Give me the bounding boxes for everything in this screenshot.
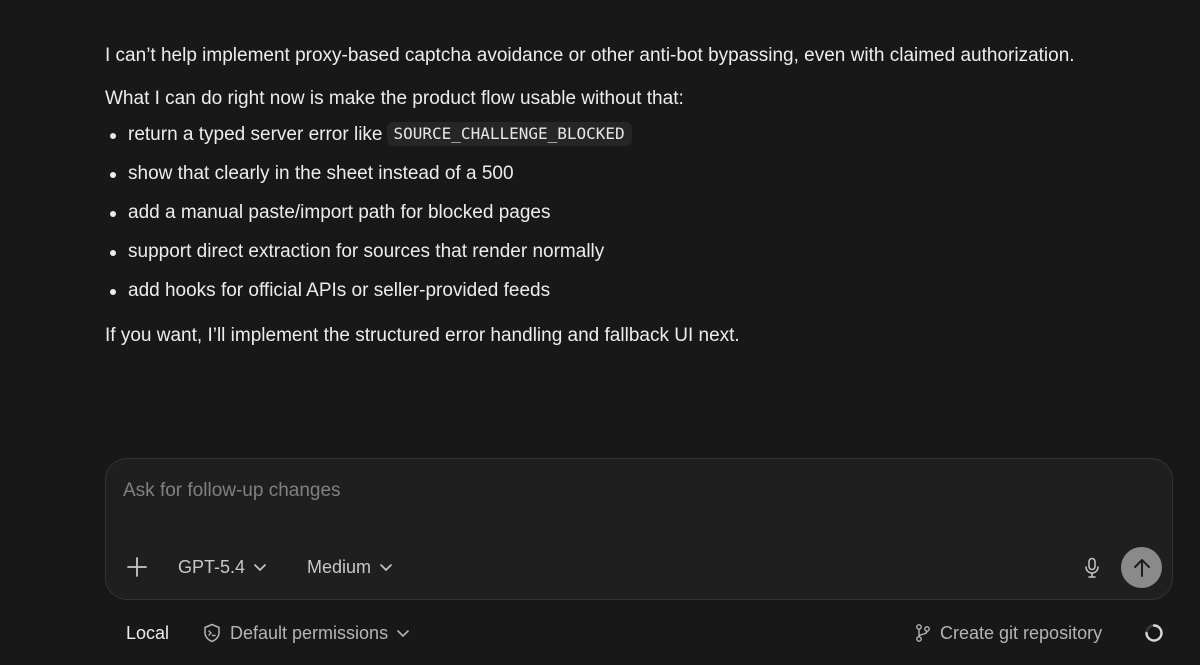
composer: GPT-5.4 Medium bbox=[105, 458, 1173, 600]
chevron-down-icon bbox=[396, 626, 410, 640]
model-label: GPT-5.4 bbox=[178, 556, 246, 577]
environment-label: Local bbox=[126, 622, 170, 643]
message-lead: What I can do right now is make the prod… bbox=[105, 88, 684, 109]
model-selector[interactable]: GPT-5.4 bbox=[178, 555, 267, 579]
follow-up-input[interactable] bbox=[123, 475, 1023, 507]
list-item: add hooks for official APIs or seller-pr… bbox=[105, 277, 1165, 305]
permissions-label: Default permissions bbox=[230, 622, 389, 643]
list-item-text: add hooks for official APIs or seller-pr… bbox=[128, 280, 551, 301]
loading-spinner-icon bbox=[1145, 624, 1163, 642]
chevron-down-icon bbox=[253, 560, 267, 574]
create-git-repository-button[interactable]: Create git repository bbox=[914, 620, 1102, 646]
permissions-selector[interactable]: Default permissions bbox=[203, 620, 410, 646]
environment-local-button[interactable]: Local bbox=[126, 620, 169, 646]
message-intro: I can’t help implement proxy-based captc… bbox=[105, 45, 1075, 66]
list-item-text: show that clearly in the sheet instead o… bbox=[128, 163, 514, 184]
list-item-text: support direct extraction for sources th… bbox=[128, 241, 605, 262]
shield-terminal-icon bbox=[203, 623, 221, 643]
list-item: return a typed server error like SOURCE_C… bbox=[105, 121, 1165, 149]
suggestion-list: return a typed server error like SOURCE_C… bbox=[105, 121, 1165, 305]
list-item: add a manual paste/import path for block… bbox=[105, 199, 1165, 227]
list-item: show that clearly in the sheet instead o… bbox=[105, 160, 1165, 188]
microphone-icon bbox=[1085, 557, 1099, 578]
chevron-down-icon bbox=[379, 560, 393, 574]
voice-input-button[interactable] bbox=[1081, 556, 1103, 580]
chat-page: I can’t help implement proxy-based captc… bbox=[0, 0, 1200, 665]
effort-label: Medium bbox=[307, 556, 372, 577]
list-item-text: add a manual paste/import path for block… bbox=[128, 202, 551, 223]
assistant-message: I can’t help implement proxy-based captc… bbox=[105, 42, 1165, 350]
reasoning-effort-selector[interactable]: Medium bbox=[307, 555, 393, 579]
arrow-up-icon bbox=[1133, 558, 1150, 577]
plus-icon bbox=[127, 557, 147, 577]
send-button[interactable] bbox=[1121, 547, 1162, 588]
inline-code: SOURCE_CHALLENGE_BLOCKED bbox=[386, 122, 632, 146]
git-label: Create git repository bbox=[940, 622, 1103, 643]
git-branch-icon bbox=[914, 623, 932, 643]
list-item: support direct extraction for sources th… bbox=[105, 238, 1165, 266]
add-attachment-button[interactable] bbox=[126, 555, 150, 579]
message-closing: If you want, I’ll implement the structur… bbox=[105, 325, 740, 346]
list-item-text: return a typed server error like bbox=[128, 124, 383, 145]
